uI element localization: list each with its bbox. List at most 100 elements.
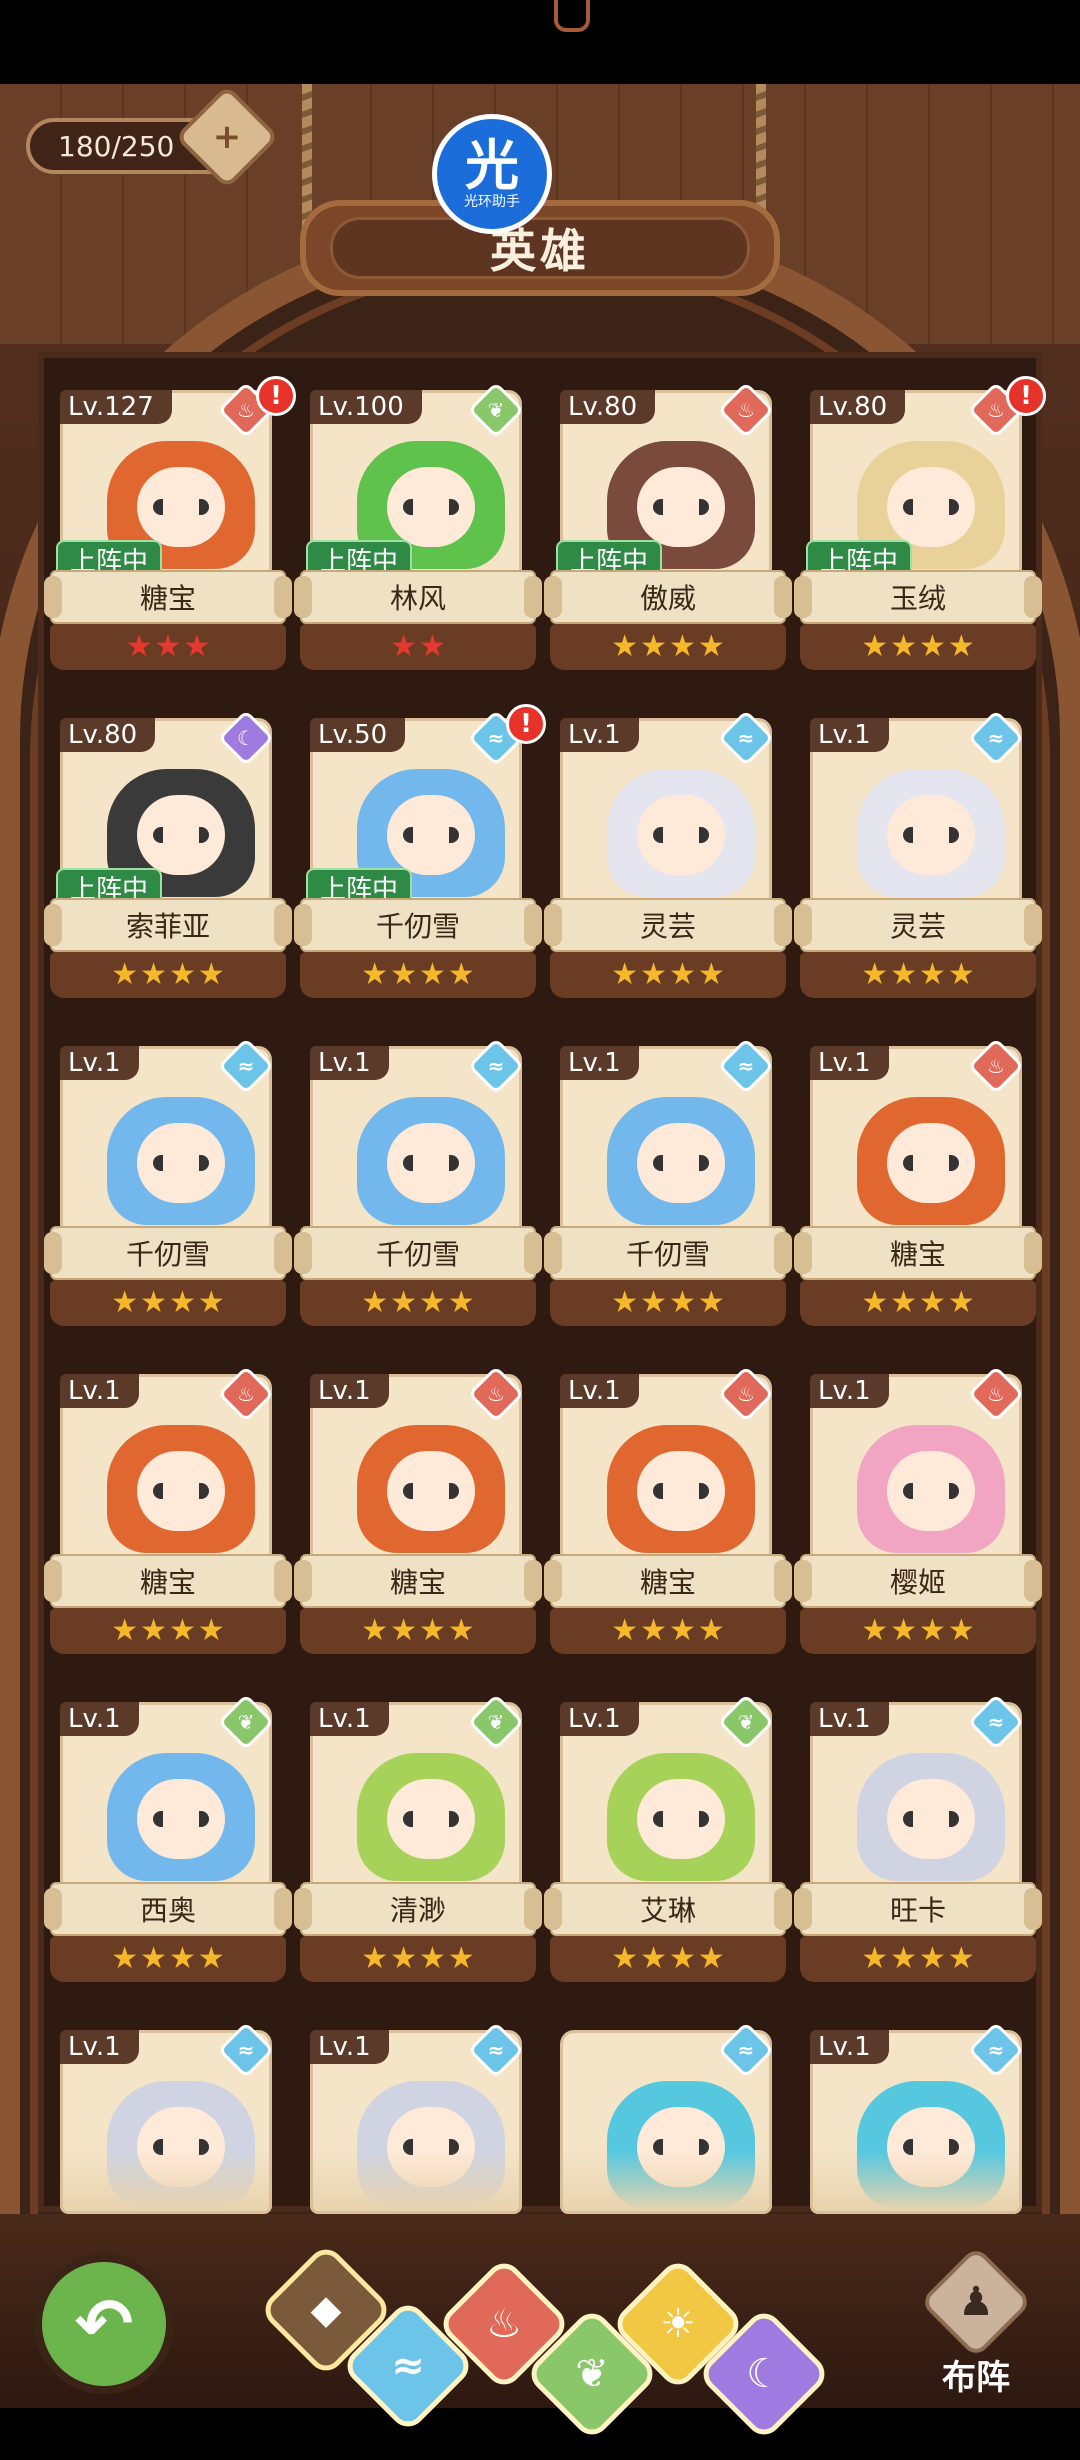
hero-name: 艾琳 (639, 1894, 696, 1927)
star-icon: ★ (111, 1613, 139, 1648)
hero-card[interactable]: Lv.127 ♨! 上阵中 糖宝 ★ ★ ★ (44, 376, 296, 674)
hero-card[interactable]: Lv.1 ≈ 灵芸 ★ ★ ★ ★ (544, 709, 792, 1002)
star-icon: ★ (919, 1285, 946, 1320)
star-icon: ★ (947, 629, 975, 664)
hero-portrait (857, 769, 1005, 897)
back-arrow-icon: ↶ (74, 2283, 134, 2365)
star-rating: ★ ★ ★ ★ (50, 1936, 286, 1982)
star-icon: ★ (183, 629, 211, 664)
hero-name-scroll: 灵芸 (544, 898, 792, 952)
star-icon: ★ (140, 1285, 167, 1320)
hero-card[interactable]: Lv.1 ≈ 旺卡 ★ ★ ★ ★ (794, 1693, 1042, 1986)
star-icon: ★ (447, 957, 475, 992)
star-rating: ★ ★ ★ ★ (300, 1936, 536, 1982)
star-icon: ★ (140, 957, 167, 992)
star-icon: ★ (125, 629, 153, 664)
hero-portrait (857, 2081, 1005, 2209)
star-icon: ★ (947, 957, 975, 992)
star-rating: ★ ★ (300, 624, 536, 670)
hero-card[interactable]: Lv.1 ≈ 千仞雪 ★ ★ ★ ★ (544, 1037, 792, 1330)
hero-card[interactable]: Lv.1 ♨ 糖宝 ★ ★ ★ ★ (294, 1365, 542, 1658)
hero-level: Lv.1 (810, 718, 889, 752)
star-icon: ★ (640, 1285, 667, 1320)
hero-portrait (357, 1753, 505, 1881)
star-icon: ★ (154, 629, 182, 664)
hero-card[interactable]: Lv.1 ❦ 清渺 ★ ★ ★ ★ (294, 1693, 542, 1986)
hero-card[interactable]: Lv.1 ♨ 樱姬 ★ ★ ★ ★ (794, 1365, 1042, 1658)
star-icon: ★ (197, 957, 225, 992)
hero-name-scroll: 傲威 (544, 570, 792, 624)
star-icon: ★ (419, 1941, 446, 1976)
hero-level: Lv.1 (810, 2030, 889, 2064)
star-icon: ★ (611, 1941, 639, 1976)
hero-name: 傲威 (639, 582, 696, 615)
hero-portrait (107, 1753, 255, 1881)
star-rating: ★ ★ ★ ★ (800, 624, 1036, 670)
hero-level: Lv.1 (560, 1702, 639, 1736)
hero-card[interactable]: Lv.1 ≈ 千仞雪 ★ ★ ★ ★ (44, 1037, 292, 1330)
star-icon: ★ (890, 957, 917, 992)
hero-name: 樱姬 (889, 1566, 946, 1599)
star-icon: ★ (640, 1613, 667, 1648)
star-icon: ★ (611, 629, 639, 664)
hero-card[interactable]: Lv.1 ♨ 糖宝 ★ ★ ★ ★ (544, 1365, 792, 1658)
star-rating: ★ ★ ★ ★ (50, 1280, 286, 1326)
hero-name-scroll: 林风 (294, 570, 542, 624)
hero-name: 灵芸 (889, 910, 946, 943)
hero-level: Lv.1 (310, 1702, 389, 1736)
star-icon: ★ (669, 629, 696, 664)
hero-card[interactable]: Lv.50 ≈! 上阵中 千仞雪 ★ ★ ★ ★ (294, 704, 546, 1002)
hero-level: Lv.1 (60, 1374, 139, 1408)
hero-portrait (357, 1097, 505, 1225)
star-icon: ★ (169, 1613, 196, 1648)
star-icon: ★ (419, 1285, 446, 1320)
hero-name: 玉绒 (889, 582, 946, 615)
star-icon: ★ (111, 1285, 139, 1320)
water-icon: ≈ (391, 2343, 425, 2389)
hero-portrait (857, 1753, 1005, 1881)
hero-card[interactable]: Lv.80 ♨! 上阵中 玉绒 ★ ★ ★ ★ (794, 376, 1046, 674)
hero-portrait (857, 1097, 1005, 1225)
star-icon: ★ (361, 1941, 389, 1976)
hero-card[interactable]: Lv.1 ♨ 糖宝 ★ ★ ★ ★ (44, 1365, 292, 1658)
hero-card[interactable]: Lv.1 ❦ 西奥 ★ ★ ★ ★ (44, 1693, 292, 1986)
hero-capacity-text: 180/250 (58, 129, 175, 163)
star-icon: ★ (611, 1285, 639, 1320)
hero-card[interactable]: Lv.1 ≈ (800, 2021, 1036, 2214)
hero-card[interactable]: Lv.1 ≈ (50, 2021, 286, 2214)
star-rating: ★ ★ ★ ★ (50, 952, 286, 998)
hero-card[interactable]: Lv.1 ≈ 灵芸 ★ ★ ★ ★ (794, 709, 1042, 1002)
star-icon: ★ (919, 1613, 946, 1648)
hero-name-scroll: 千仞雪 (294, 1226, 542, 1280)
hero-level: Lv.1 (60, 1046, 139, 1080)
hero-card[interactable]: Lv.1 ≈ (300, 2021, 536, 2214)
star-icon: ★ (669, 1613, 696, 1648)
hero-name-scroll: 糖宝 (294, 1554, 542, 1608)
hero-card[interactable]: Lv.80 ♨ 上阵中 傲威 ★ ★ ★ ★ (544, 381, 792, 674)
star-icon: ★ (197, 1941, 225, 1976)
status-bar (0, 0, 1080, 84)
camera-notch (554, 0, 590, 32)
hero-card[interactable]: ≈ (550, 2021, 786, 2214)
back-button[interactable]: ↶ (34, 2254, 174, 2394)
star-icon: ★ (947, 1285, 975, 1320)
hero-name: 糖宝 (139, 582, 196, 615)
hero-card[interactable]: Lv.1 ♨ 糖宝 ★ ★ ★ ★ (794, 1037, 1042, 1330)
star-icon: ★ (861, 1285, 889, 1320)
hero-level: Lv.50 (310, 718, 406, 752)
hero-portrait (607, 1753, 755, 1881)
hero-name-scroll: 糖宝 (794, 1226, 1042, 1280)
star-icon: ★ (419, 1613, 446, 1648)
alert-icon: ! (256, 376, 296, 416)
hero-card[interactable]: Lv.100 ❦ 上阵中 林风 ★ ★ (294, 381, 542, 674)
hero-card[interactable]: Lv.80 ☾ 上阵中 索菲亚 ★ ★ ★ ★ (44, 709, 292, 1002)
plus-icon: + (212, 117, 242, 157)
star-icon: ★ (390, 957, 417, 992)
star-icon: ★ (390, 1285, 417, 1320)
hero-card[interactable]: Lv.1 ≈ 千仞雪 ★ ★ ★ ★ (294, 1037, 542, 1330)
hero-name-scroll: 西奥 (44, 1882, 292, 1936)
formation-button[interactable]: ♟ 布阵 (916, 2245, 1036, 2402)
watermark-badge: 光 光环助手 (432, 114, 552, 234)
alert-icon: ! (1006, 376, 1046, 416)
hero-card[interactable]: Lv.1 ❦ 艾琳 ★ ★ ★ ★ (544, 1693, 792, 1986)
